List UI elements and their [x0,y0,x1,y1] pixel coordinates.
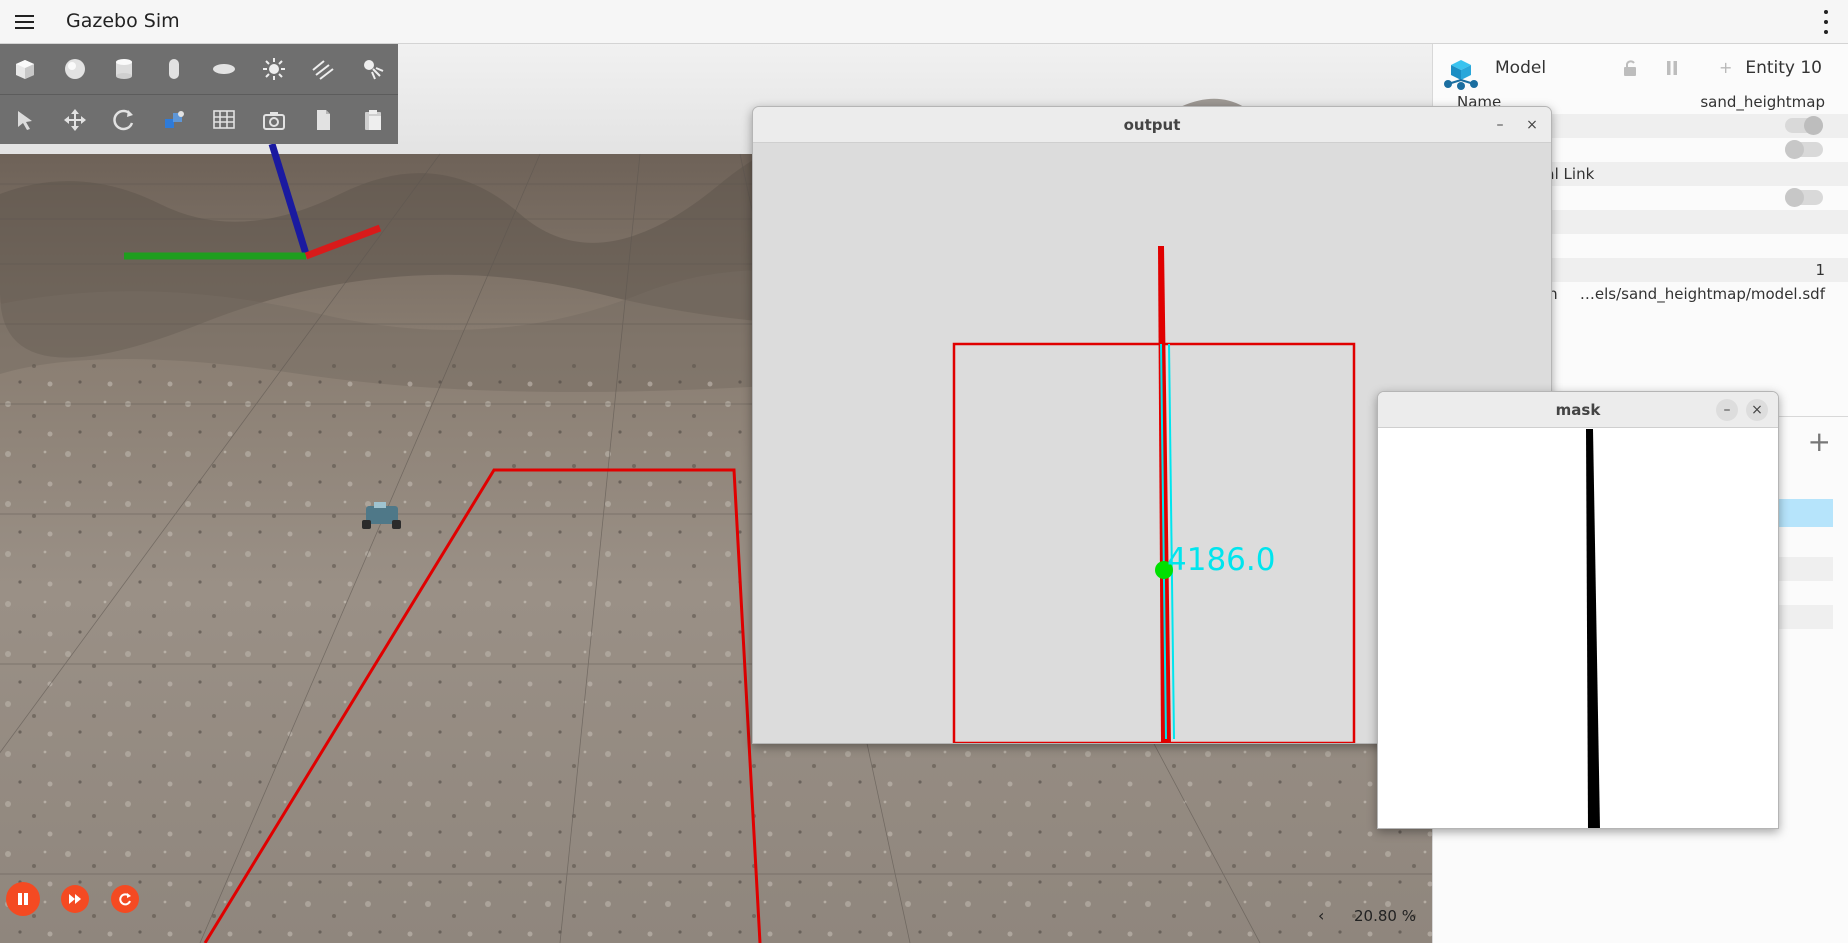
kebab-menu-icon[interactable] [1822,10,1830,34]
transform-icon[interactable] [149,95,199,145]
mask-window[interactable]: mask – × [1377,391,1779,829]
box-icon[interactable] [0,44,50,94]
zoom-level: 20.80 % [1354,907,1416,925]
app-title: Gazebo Sim [66,10,180,32]
close-button[interactable]: × [1521,114,1543,136]
copy-icon[interactable] [299,95,349,145]
directional-light-icon[interactable] [299,44,349,94]
step-forward-button[interactable] [61,885,89,913]
model-path-value: …els/sand_heightmap/model.sdf [1579,285,1825,303]
hamburger-menu-icon[interactable] [12,9,38,35]
gazebo-app: Gazebo Sim ‹ 20.80 % Model + Entity 10 N… [0,0,1848,943]
minimize-button[interactable]: – [1716,399,1738,421]
sphere-icon[interactable] [50,44,100,94]
ellipsoid-icon[interactable] [199,44,249,94]
scene-toolbar [0,44,398,144]
sun-icon[interactable] [249,44,299,94]
model-icon [1444,60,1478,90]
minimize-button[interactable]: – [1489,114,1511,136]
collapse-arrow-icon[interactable]: ‹ [1318,906,1324,925]
mask-image [1378,429,1778,828]
pause-icon [18,893,28,905]
output-window-titlebar[interactable]: output – × [753,107,1551,143]
reset-icon [119,893,131,906]
count-value: 1 [1815,261,1825,279]
select-arrow-icon[interactable] [0,95,50,145]
pause-updates-icon[interactable] [1665,60,1679,80]
lock-icon[interactable] [1623,60,1637,80]
camera-icon[interactable] [249,95,299,145]
name-value: sand_heightmap [1700,93,1825,111]
capsule-icon[interactable] [149,44,199,94]
static-toggle[interactable] [1785,116,1823,135]
mask-window-titlebar[interactable]: mask – × [1378,392,1778,428]
self-collide-toggle[interactable] [1785,140,1823,159]
distance-measure-label: 4186.0 [1167,542,1275,578]
reset-button[interactable] [111,885,139,913]
entity-id: Entity 10 [1745,58,1822,78]
add-entity-icon[interactable]: + [1808,425,1831,458]
grid-icon[interactable] [199,95,249,145]
spot-light-icon[interactable] [348,44,398,94]
cylinder-icon[interactable] [100,44,150,94]
component-title: Model [1495,58,1547,78]
title-bar: Gazebo Sim [0,0,1848,44]
pause-button[interactable] [6,882,40,916]
close-button[interactable]: × [1746,399,1768,421]
rotate-icon[interactable] [100,95,150,145]
fast-forward-icon [69,894,81,904]
paste-icon[interactable] [348,95,398,145]
add-component-icon[interactable]: + [1719,58,1732,77]
output-window-title: output [1123,116,1181,134]
wind-mode-toggle[interactable] [1785,188,1823,207]
translate-icon[interactable] [50,95,100,145]
